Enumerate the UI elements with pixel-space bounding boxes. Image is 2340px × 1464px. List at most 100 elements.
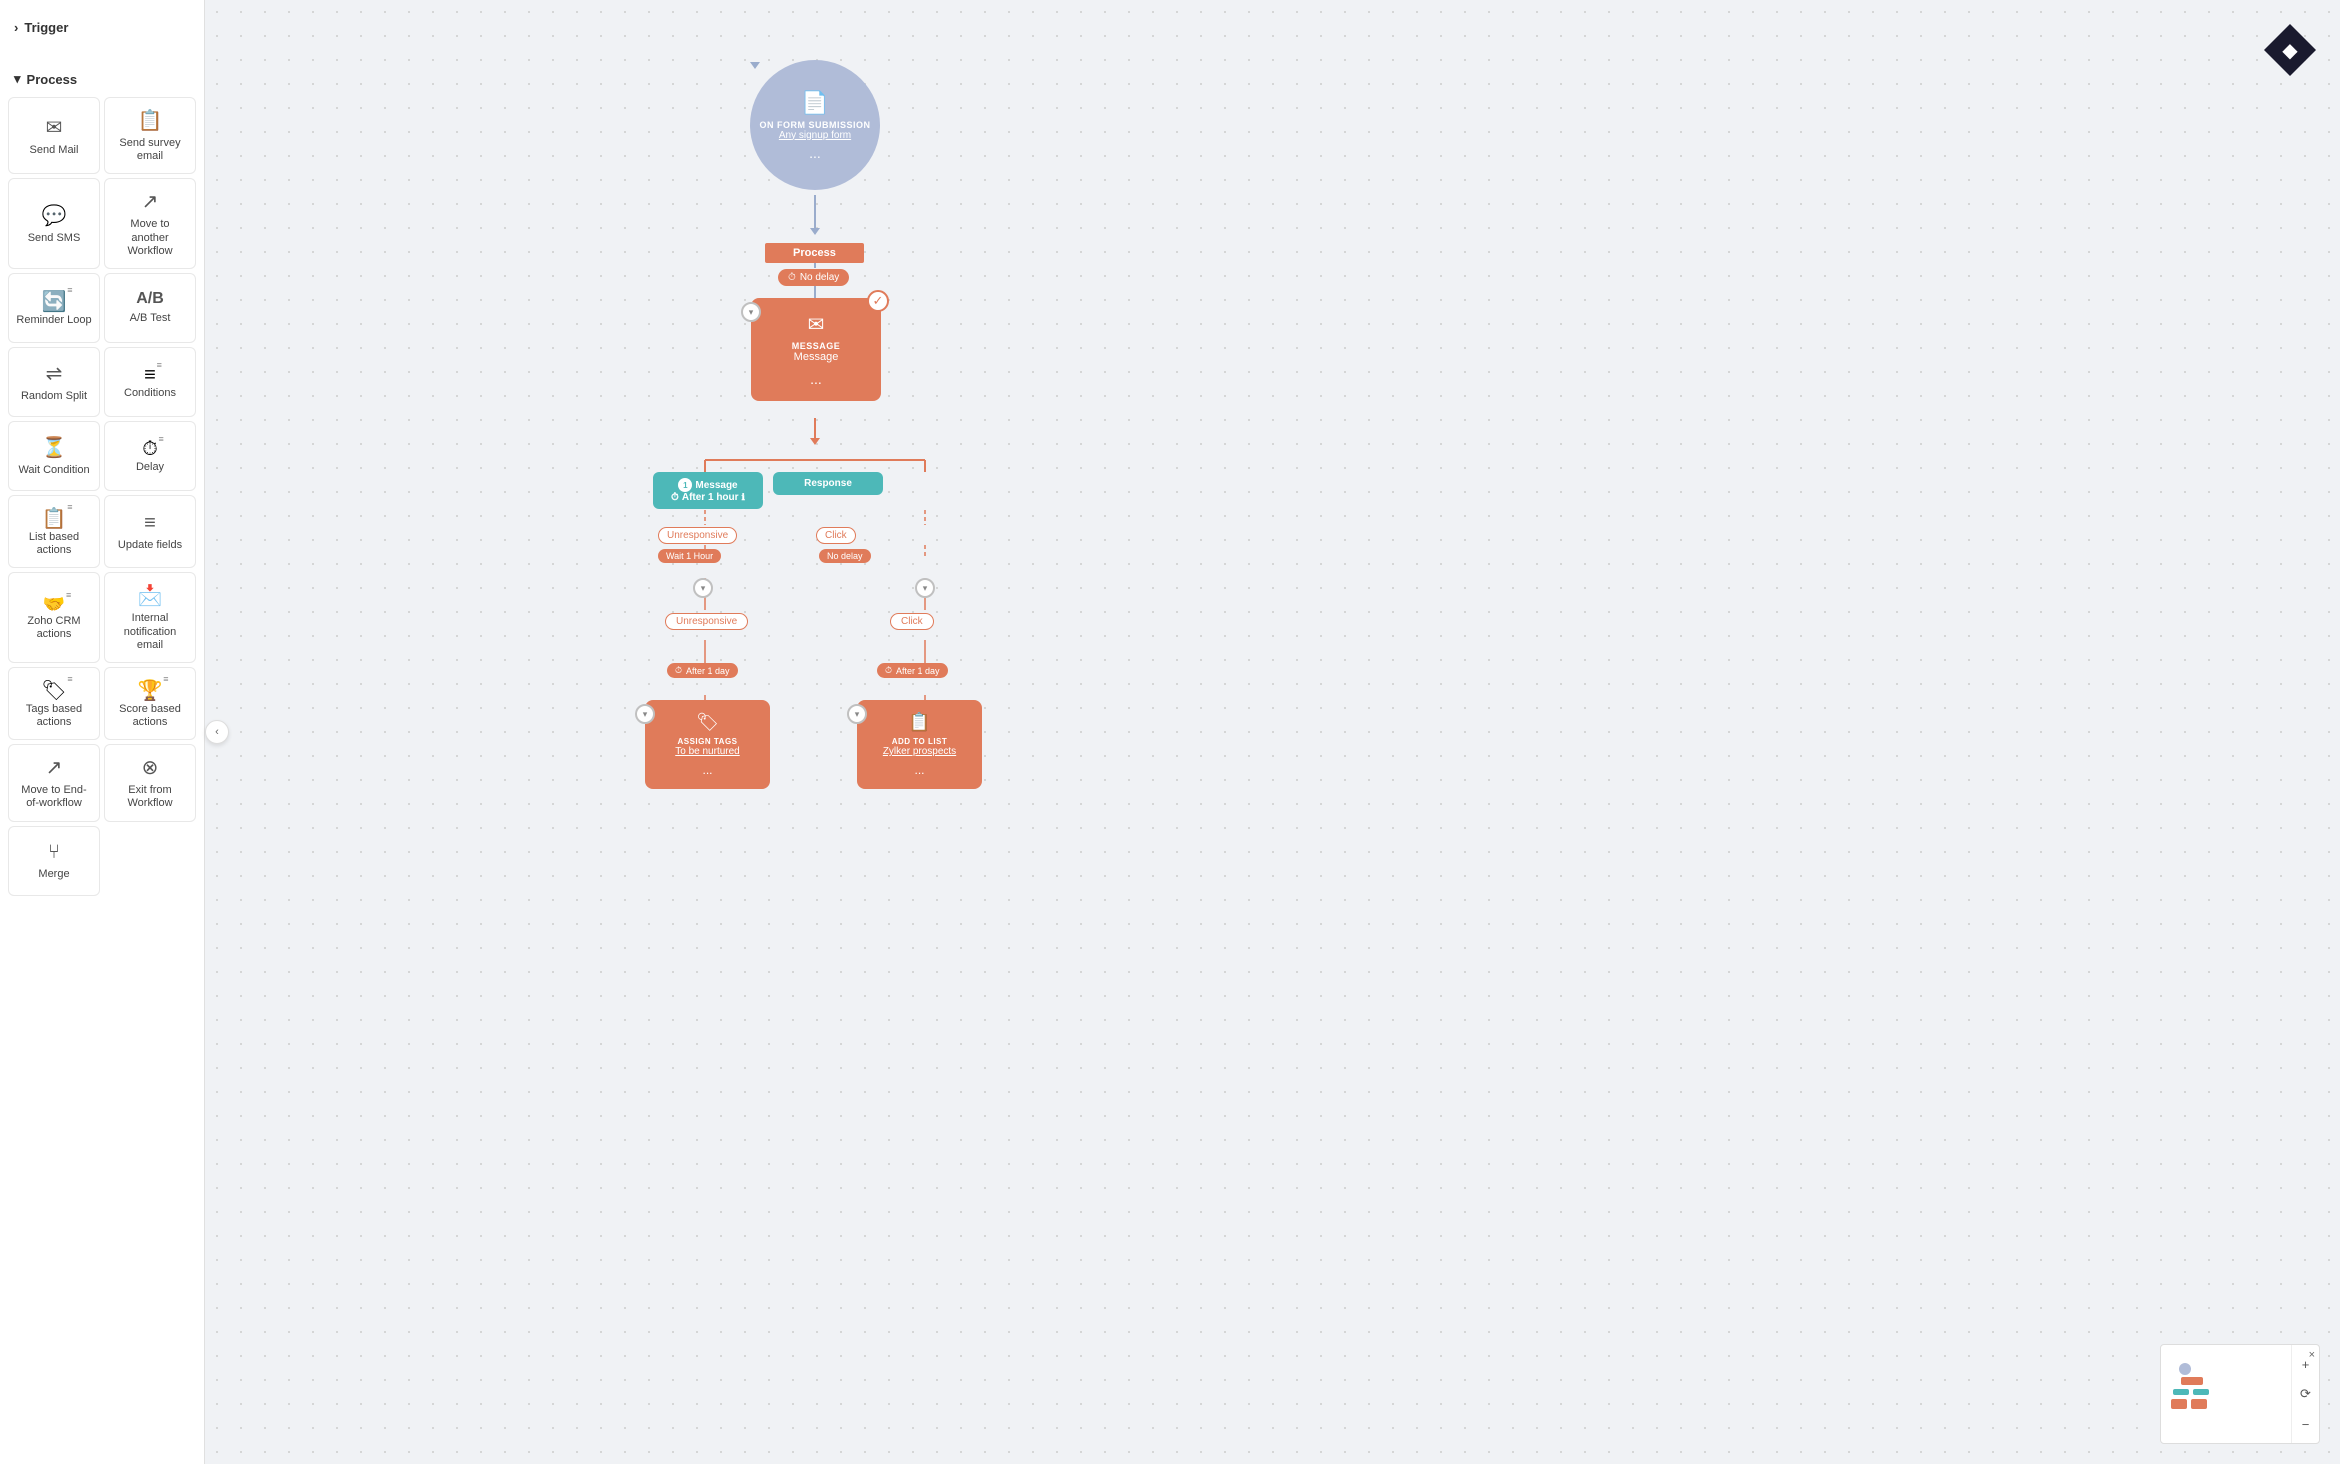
trigger-node-dots: ...: [809, 145, 821, 161]
add-to-list-icon: 📋: [871, 712, 968, 733]
sidebar-item-wait-condition[interactable]: ⏳ Wait Condition: [8, 421, 100, 491]
assign-tags-name: To be nurtured: [659, 746, 756, 757]
sidebar-item-move-workflow[interactable]: ↗ Move to another Workflow: [104, 178, 196, 269]
message-node-dots: ...: [767, 371, 865, 387]
sidebar-item-reminder-loop[interactable]: 🔄 ≡ Reminder Loop: [8, 273, 100, 343]
sidebar-item-label-exit: Exit from Workflow: [111, 784, 189, 810]
sidebar-item-label-tags: Tags based actions: [15, 703, 93, 729]
after-1day-right-text: After 1 day: [896, 666, 940, 676]
check-badge: ✓: [867, 290, 889, 312]
score-based-icon: 🏆: [138, 680, 163, 702]
workflow-canvas: 📄 ON FORM SUBMISSION Any signup form ...…: [205, 0, 2340, 1464]
sidebar-item-label-send-mail: Send Mail: [30, 144, 79, 157]
internal-notif-icon: 📩: [138, 583, 163, 608]
sidebar-item-label-conditions: Conditions: [124, 387, 176, 400]
sidebar-item-send-sms[interactable]: 💬 Send SMS: [8, 178, 100, 269]
process-bar-label: Process: [793, 247, 836, 259]
branch-message-node[interactable]: 1 Message ⏱ After 1 hour ℹ: [653, 472, 763, 509]
add-to-list-dots: ...: [871, 763, 968, 777]
unresponsive-bottom-label: Unresponsive: [665, 613, 748, 630]
wait-1hour-text: Wait 1 Hour: [666, 551, 713, 561]
after-1day-left-text: After 1 day: [686, 666, 730, 676]
branch-response-node[interactable]: Response: [773, 472, 883, 495]
after-1day-right-pill[interactable]: ⏱ After 1 day: [877, 663, 948, 678]
sidebar-item-move-end[interactable]: ↗ Move to End-of-workflow: [8, 744, 100, 821]
sidebar-item-zoho-crm[interactable]: 🤝 ≡ Zoho CRM actions: [8, 572, 100, 663]
move-workflow-icon: ↗: [142, 189, 159, 214]
zoho-crm-icon-stack: 🤝 ≡: [43, 594, 65, 615]
sidebar-item-exit-workflow[interactable]: ⊗ Exit from Workflow: [104, 744, 196, 821]
assign-tags-chevron[interactable]: ▾: [635, 704, 655, 724]
assign-tags-dots: ...: [659, 763, 756, 777]
trigger-section: › Trigger: [0, 0, 204, 51]
move-end-icon: ↗: [46, 755, 63, 780]
sidebar-item-ab-test[interactable]: A/B A/B Test: [104, 273, 196, 343]
minimap-msg-preview: [2181, 1377, 2203, 1385]
stack-badge-reminder: ≡: [67, 285, 72, 295]
trigger-section-header[interactable]: › Trigger: [0, 10, 204, 41]
process-items-grid: ✉ Send Mail 📋 Send survey email 💬 Send S…: [0, 93, 204, 900]
delay-icon-stack: ⏱ ≡: [142, 438, 158, 461]
sidebar-item-internal-notif[interactable]: 📩 Internal notification email: [104, 572, 196, 663]
score-based-icon-stack: 🏆 ≡: [138, 678, 163, 703]
sidebar: › Trigger ▾ Process ✉ Send Mail 📋 Send s…: [0, 0, 205, 1464]
trigger-section-label: Trigger: [24, 20, 68, 35]
sidebar-item-label-move-end: Move to End-of-workflow: [15, 784, 93, 810]
wait-1hour-pill[interactable]: Wait 1 Hour: [658, 549, 721, 563]
message-chevron-down[interactable]: ▾: [741, 302, 761, 322]
process-bar: Process: [765, 243, 864, 263]
stack-badge-zoho: ≡: [66, 590, 71, 600]
message-node-name: Message: [767, 351, 865, 363]
sidebar-item-merge[interactable]: ⑂ Merge: [8, 826, 100, 896]
sidebar-item-delay[interactable]: ⏱ ≡ Delay: [104, 421, 196, 491]
trigger-arrow-down: [750, 62, 760, 69]
minimap-addlist-preview: [2191, 1399, 2207, 1409]
sidebar-item-label-ab-test: A/B Test: [130, 312, 171, 325]
add-to-list-node[interactable]: 📋 ADD TO LIST Zylker prospects ...: [857, 700, 982, 789]
sidebar-item-send-survey[interactable]: 📋 Send survey email: [104, 97, 196, 174]
sidebar-item-label-reminder: Reminder Loop: [16, 314, 91, 327]
trigger-circle-node[interactable]: 📄 ON FORM SUBMISSION Any signup form ...: [750, 60, 760, 69]
send-mail-icon: ✉: [46, 115, 63, 140]
sidebar-item-conditions[interactable]: ≡ ≡ Conditions: [104, 347, 196, 417]
zoom-in-button[interactable]: +: [2295, 1353, 2317, 1375]
conditions-icon-stack: ≡ ≡: [144, 364, 156, 387]
no-delay-pill[interactable]: ⏱ No delay: [778, 269, 849, 286]
click-bottom-label: Click: [890, 613, 934, 630]
collapse-icon: ‹: [215, 726, 219, 738]
exit-workflow-icon: ⊗: [142, 755, 159, 780]
wait-chevron-down[interactable]: ▾: [693, 578, 713, 598]
assign-tags-node[interactable]: 🏷 ASSIGN TAGS To be nurtured ...: [645, 700, 770, 789]
trigger-node-inner[interactable]: 📄 ON FORM SUBMISSION Any signup form ...: [750, 60, 880, 190]
after-1day-left-pill[interactable]: ⏱ After 1 day: [667, 663, 738, 678]
trigger-node-title: ON FORM SUBMISSION: [759, 120, 870, 130]
click-bottom-text: Click: [901, 616, 923, 627]
sidebar-item-tags-based[interactable]: 🏷 ≡ Tags based actions: [8, 667, 100, 740]
sidebar-item-label-delay: Delay: [136, 461, 164, 474]
zoom-out-button[interactable]: −: [2295, 1413, 2317, 1435]
connector-lines: [205, 0, 2340, 1464]
branch-after-value: After 1 hour: [682, 492, 739, 503]
message-node[interactable]: ✓ ✉ MESSAGE Message ...: [751, 298, 881, 401]
sidebar-item-list-based[interactable]: 📋 ≡ List based actions: [8, 495, 100, 568]
list-based-icon: 📋: [42, 508, 67, 530]
message-node-type: MESSAGE: [767, 341, 865, 351]
diamond-icon: ◆: [2282, 38, 2297, 63]
stack-badge-tags: ≡: [67, 674, 72, 684]
trigger-chevron-icon: ›: [14, 20, 18, 35]
add-to-list-chevron[interactable]: ▾: [847, 704, 867, 724]
sidebar-item-random-split[interactable]: ⇌ Random Split: [8, 347, 100, 417]
collapse-sidebar-button[interactable]: ‹: [205, 720, 229, 744]
sidebar-item-label-move-workflow: Move to another Workflow: [111, 218, 189, 258]
sidebar-item-send-mail[interactable]: ✉ Send Mail: [8, 97, 100, 174]
zoom-reset-button[interactable]: ⟳: [2295, 1383, 2317, 1405]
sidebar-item-update-fields[interactable]: ≡ Update fields: [104, 495, 196, 568]
tags-based-icon-stack: 🏷 ≡: [41, 678, 66, 703]
branch-number-label: 1 Message: [678, 478, 737, 492]
list-based-icon-stack: 📋 ≡: [42, 506, 67, 531]
sidebar-item-score-based[interactable]: 🏆 ≡ Score based actions: [104, 667, 196, 740]
process-section-header[interactable]: ▾ Process: [0, 61, 204, 93]
no-delay-right-pill[interactable]: No delay: [819, 549, 871, 563]
nodelay-chevron-down[interactable]: ▾: [915, 578, 935, 598]
sidebar-item-label-send-survey: Send survey email: [111, 137, 189, 163]
